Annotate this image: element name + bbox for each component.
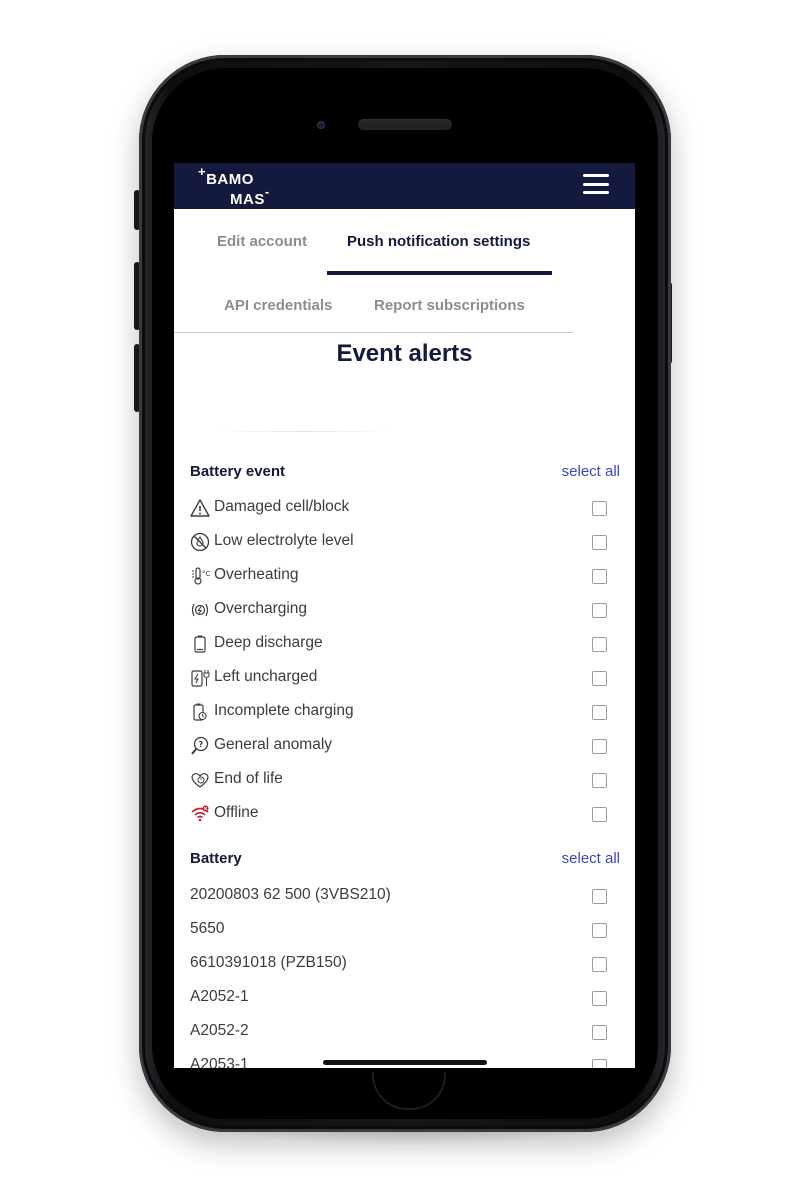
wifi-off-icon bbox=[190, 804, 210, 824]
battery-label: A2052-2 bbox=[190, 1022, 249, 1039]
event-checkbox[interactable] bbox=[592, 637, 607, 652]
heart-battery-icon bbox=[190, 770, 210, 790]
select-all-link[interactable]: select all bbox=[562, 463, 620, 480]
list-item[interactable]: End of life bbox=[190, 768, 620, 794]
brand-logo[interactable]: +BAMO MAS- bbox=[198, 164, 270, 208]
battery-checkbox[interactable] bbox=[592, 889, 607, 904]
battery-checkbox[interactable] bbox=[592, 991, 607, 1006]
logo-line-1: BAMO bbox=[206, 171, 254, 188]
list-item-label: Low electrolyte level bbox=[214, 532, 354, 549]
battery-section-header: Battery select all bbox=[190, 850, 620, 870]
tab-report-subscriptions[interactable]: Report subscriptions bbox=[374, 297, 525, 314]
app-screen: +BAMO MAS- Edit account Push notificatio… bbox=[174, 163, 635, 1068]
logo-line-2: MAS bbox=[230, 191, 265, 208]
earpiece-speaker bbox=[358, 119, 452, 130]
warning-triangle-icon bbox=[190, 498, 210, 518]
list-item[interactable]: Offline bbox=[190, 802, 620, 828]
event-checkbox[interactable] bbox=[592, 671, 607, 686]
list-item[interactable]: Overcharging bbox=[190, 598, 620, 624]
tabs-divider bbox=[174, 332, 573, 333]
list-item-label: Overcharging bbox=[214, 600, 308, 617]
battery-checkbox[interactable] bbox=[592, 957, 607, 972]
select-all-link[interactable]: select all bbox=[562, 850, 620, 867]
battery-label: 6610391018 (PZB150) bbox=[190, 954, 347, 971]
list-item[interactable]: Left uncharged bbox=[190, 666, 620, 692]
list-item[interactable]: Low electrolyte level bbox=[190, 530, 620, 556]
battery-clock-icon bbox=[190, 702, 210, 722]
home-indicator[interactable] bbox=[323, 1060, 487, 1065]
battery-label: A2052-1 bbox=[190, 988, 249, 1005]
list-item-label: Left uncharged bbox=[214, 668, 318, 685]
page-title: Event alerts bbox=[336, 340, 473, 367]
event-checkbox[interactable] bbox=[592, 807, 607, 822]
magnifier-question-icon: ? bbox=[190, 736, 210, 756]
battery-label: A2053-1 bbox=[190, 1056, 249, 1068]
battery-label: 5650 bbox=[190, 920, 225, 937]
battery-empty-icon bbox=[190, 634, 210, 654]
active-tab-indicator bbox=[327, 271, 552, 275]
tab-api-credentials[interactable]: API credentials bbox=[224, 297, 332, 314]
event-checkbox[interactable] bbox=[592, 535, 607, 550]
list-item[interactable]: Damaged cell/block bbox=[190, 496, 620, 522]
charging-waves-icon bbox=[190, 600, 210, 620]
battery-checkbox[interactable] bbox=[592, 923, 607, 938]
list-item-label: Incomplete charging bbox=[214, 702, 354, 719]
front-camera bbox=[317, 121, 325, 129]
event-checkbox[interactable] bbox=[592, 705, 607, 720]
list-item-label: Offline bbox=[214, 804, 259, 821]
event-checkbox[interactable] bbox=[592, 501, 607, 516]
battery-checkbox[interactable] bbox=[592, 1059, 607, 1068]
faint-divider bbox=[214, 431, 394, 432]
list-item[interactable]: A2052-1 bbox=[190, 986, 620, 1012]
list-item-label: General anomaly bbox=[214, 736, 333, 753]
event-checkbox[interactable] bbox=[592, 603, 607, 618]
tab-edit-account[interactable]: Edit account bbox=[217, 233, 307, 250]
list-item[interactable]: °C Overheating bbox=[190, 564, 620, 590]
list-item[interactable]: 6610391018 (PZB150) bbox=[190, 952, 620, 978]
battery-checkbox[interactable] bbox=[592, 1025, 607, 1040]
list-item-label: Damaged cell/block bbox=[214, 498, 350, 515]
battery-label: 20200803 62 500 (3VBS210) bbox=[190, 886, 391, 903]
app-header: +BAMO MAS- bbox=[174, 163, 635, 209]
thermometer-icon: °C bbox=[190, 566, 211, 586]
event-checkbox[interactable] bbox=[592, 739, 607, 754]
list-item[interactable]: 20200803 62 500 (3VBS210) bbox=[190, 884, 620, 910]
list-item[interactable]: A2052-2 bbox=[190, 1020, 620, 1046]
event-checkbox[interactable] bbox=[592, 773, 607, 788]
svg-text:?: ? bbox=[199, 740, 204, 749]
section-title: Battery event bbox=[190, 463, 286, 480]
list-item-label: Overheating bbox=[214, 566, 299, 583]
battery-event-section-header: Battery event select all bbox=[190, 463, 620, 483]
list-item[interactable]: Deep discharge bbox=[190, 632, 620, 658]
logo-minus: - bbox=[264, 184, 270, 199]
svg-text:°C: °C bbox=[202, 570, 210, 578]
tab-push-notification-settings[interactable]: Push notification settings bbox=[347, 233, 530, 250]
list-item-label: End of life bbox=[214, 770, 283, 787]
section-title: Battery bbox=[190, 850, 242, 867]
list-item[interactable]: 5650 bbox=[190, 918, 620, 944]
event-checkbox[interactable] bbox=[592, 569, 607, 584]
battery-plug-icon bbox=[190, 668, 210, 688]
hamburger-menu-icon[interactable] bbox=[583, 174, 609, 194]
logo-plus: + bbox=[198, 164, 207, 179]
list-item[interactable]: Incomplete charging bbox=[190, 700, 620, 726]
list-item[interactable]: ? General anomaly bbox=[190, 734, 620, 760]
list-item-label: Deep discharge bbox=[214, 634, 323, 651]
no-drop-icon bbox=[190, 532, 210, 552]
